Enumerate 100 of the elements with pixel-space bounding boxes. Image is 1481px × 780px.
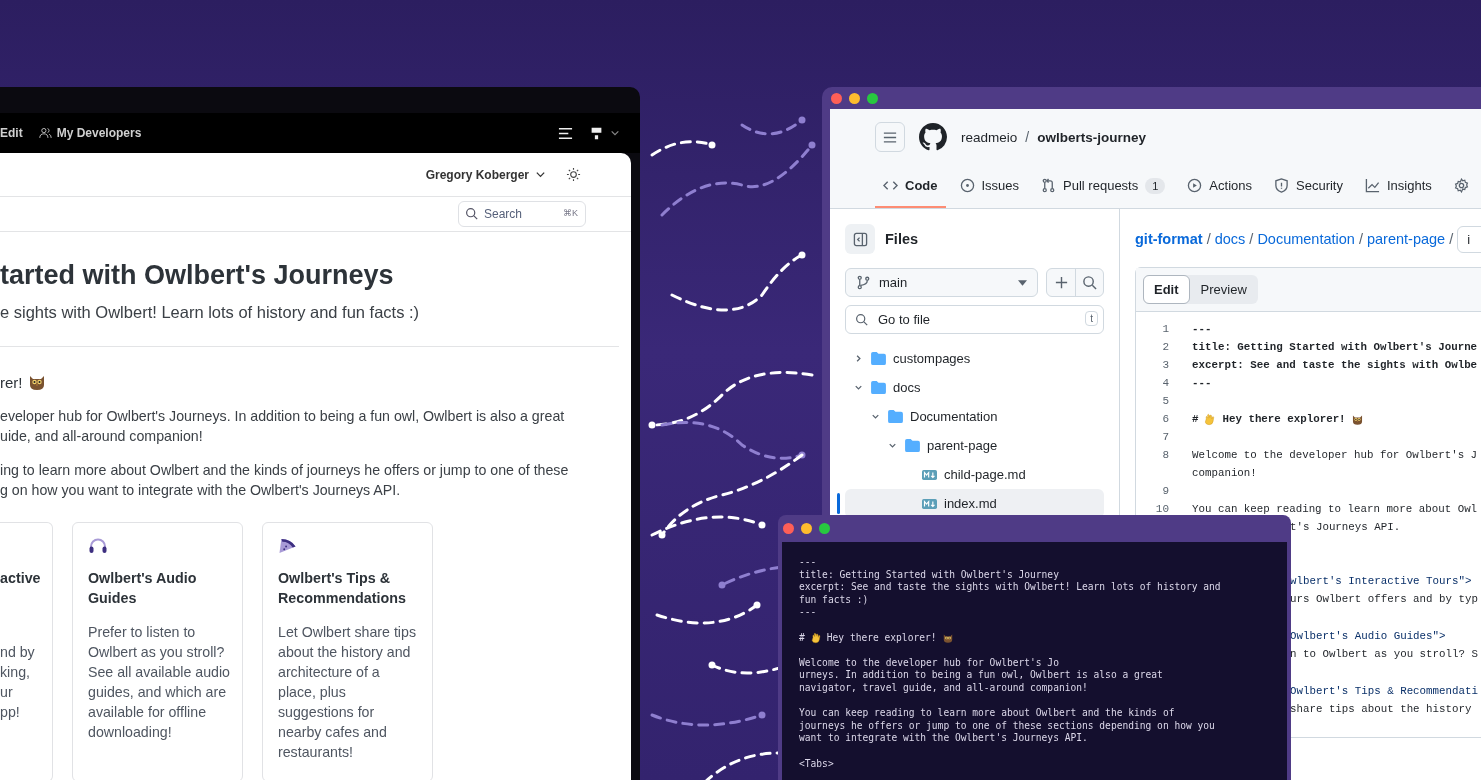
keyboard-shortcut: t xyxy=(1085,311,1098,326)
pizza-slice-icon xyxy=(278,537,298,554)
people-icon xyxy=(38,127,52,139)
folder-icon xyxy=(871,381,886,394)
line-number: 9 xyxy=(1162,485,1169,497)
breadcrumb-link[interactable]: docs xyxy=(1214,231,1246,247)
line-number: 7 xyxy=(1162,431,1169,443)
close-button[interactable] xyxy=(783,523,794,534)
file-tree-item[interactable]: parent-page xyxy=(845,431,1104,460)
code-line: --- xyxy=(1192,323,1212,335)
repository-link[interactable]: owlberts-journey xyxy=(1037,129,1146,145)
filename-field[interactable]: i xyxy=(1457,225,1481,253)
branch-selector[interactable]: main xyxy=(845,268,1038,297)
file-tree-label: parent-page xyxy=(927,438,998,453)
sidebar-icon xyxy=(852,231,868,247)
search-icon xyxy=(855,313,868,326)
file-tree-item[interactable]: docs xyxy=(845,373,1104,402)
code-line: urs Owlbert offers and by typ xyxy=(1290,593,1478,605)
search-icon xyxy=(465,207,478,220)
markdown-file-icon xyxy=(922,469,937,480)
close-button[interactable] xyxy=(831,92,842,104)
breadcrumb-link[interactable]: Documentation xyxy=(1257,231,1355,247)
repository-tab[interactable]: Actions xyxy=(1179,165,1260,208)
circle-dot-icon xyxy=(959,178,975,193)
tab-label: Insights xyxy=(1386,178,1432,193)
paragraph: eveloper hub for Owlbert's Journeys. In addition to being a fun owl, Owlbert is also a great uide, and all-around companion! xyxy=(0,407,566,446)
maximize-button[interactable] xyxy=(819,523,830,534)
path-separator: / xyxy=(1206,231,1211,247)
line-number: 1 xyxy=(1162,323,1169,335)
markdown-file-icon xyxy=(922,498,937,509)
settings-icon xyxy=(1453,178,1469,193)
maximize-button[interactable] xyxy=(867,92,878,104)
line-number: 8 xyxy=(1162,449,1169,461)
chevron-down-icon[interactable] xyxy=(610,128,620,138)
code-line: Owlbert's Tips & Recommendati xyxy=(1290,685,1478,697)
caret-icon xyxy=(1018,279,1027,286)
repository-tab[interactable]: Code xyxy=(875,165,946,208)
tab-label: Actions xyxy=(1209,178,1252,193)
paint-roller-icon[interactable] xyxy=(589,126,604,140)
editor-tab[interactable]: Preview xyxy=(1189,275,1258,304)
plus-icon xyxy=(1053,275,1069,290)
terminal-line: Welcome to the developer hub for Owlbert's Jo xyxy=(799,656,1059,670)
path-separator: / xyxy=(1025,129,1030,145)
terminal-line: You can keep reading to learn more about Owlbert and the kinds of xyxy=(799,707,1175,720)
search-icon xyxy=(1082,275,1097,290)
card-title: active xyxy=(0,569,42,588)
file-tree-label: Documentation xyxy=(910,409,998,424)
line-number: 10 xyxy=(1155,503,1169,515)
minimize-button[interactable] xyxy=(849,92,860,104)
line-number: 3 xyxy=(1162,359,1169,371)
branch-icon xyxy=(856,275,871,290)
repository-tab[interactable]: Insights xyxy=(1356,165,1440,208)
chevron-down-icon xyxy=(535,169,546,180)
code-line: # xyxy=(1192,413,1199,425)
collapse-panel-button[interactable] xyxy=(845,224,875,254)
editor-tab[interactable]: Edit xyxy=(1143,275,1190,304)
user-menu[interactable]: Gregory Koberger xyxy=(425,167,546,182)
code-line: wlbert's Interactive Tours"> xyxy=(1290,575,1472,587)
code-line: Welcome to the developer hub for Owlbert's J xyxy=(1192,449,1478,461)
waving-hand-icon xyxy=(1203,412,1217,426)
terminal-line: --- xyxy=(799,606,817,619)
play-icon xyxy=(1187,178,1203,193)
file-tree-item[interactable]: Documentation xyxy=(845,402,1104,431)
breadcrumb-link[interactable]: parent-page xyxy=(1366,231,1446,247)
line-number: 6 xyxy=(1162,413,1169,425)
terminal-line: excerpt: See and taste the sights with Owlbert! Learn lots of history and xyxy=(799,581,1221,594)
cat-logo-icon[interactable] xyxy=(919,123,947,151)
path-separator: / xyxy=(1449,231,1454,247)
breadcrumb-link[interactable]: git-format xyxy=(1135,231,1203,247)
folder-icon xyxy=(871,352,886,365)
repository-tab[interactable]: Security xyxy=(1266,165,1351,208)
minimize-button[interactable] xyxy=(801,523,812,534)
file-tree-item[interactable]: child-page.md xyxy=(845,460,1104,489)
code-line: Owlbert's Audio Guides"> xyxy=(1290,630,1446,642)
owner-link[interactable]: readmeio xyxy=(961,129,1018,145)
repository-tab[interactable]: Pull requests 1 xyxy=(1033,165,1174,208)
file-tree-label: custompages xyxy=(893,351,971,366)
menu-icon xyxy=(883,131,897,143)
repository-tab[interactable]: Issues xyxy=(951,165,1028,208)
code-line: companion! xyxy=(1192,467,1257,479)
panel-title: Files xyxy=(885,231,919,247)
terminal-line: Hey there explorer! xyxy=(826,631,937,645)
folder-icon xyxy=(888,410,903,423)
file-tree-item[interactable]: custompages xyxy=(845,344,1104,373)
line-number: 5 xyxy=(1162,395,1169,407)
align-lines-icon[interactable] xyxy=(558,126,573,140)
sun-icon[interactable] xyxy=(566,167,581,182)
card-description: Let Owlbert share tips about the history and architecture of a place, plus suggestions for nearby cafes and restaurants! xyxy=(278,623,417,762)
page-subtitle: e sights with Owlbert! Learn lots of history and fun facts :) xyxy=(0,303,421,322)
terminal-line: # xyxy=(799,631,805,645)
count-badge: 1 xyxy=(1145,177,1166,194)
file-tree-label: docs xyxy=(893,380,921,395)
toolbar-button[interactable]: Edit xyxy=(0,126,23,140)
terminal-line: <Tabs> xyxy=(799,757,834,771)
menu-button[interactable] xyxy=(875,122,905,152)
terminal-line: navigator, travel guide, and all-around companion! xyxy=(799,681,1088,695)
paragraph: ing to learn more about Owlbert and the kinds of journeys he offers or jump to one of these g on how you want to integrate with the Owlbert's Journeys API. xyxy=(0,461,570,500)
code-line: share tips about the history xyxy=(1290,703,1472,715)
toolbar-button[interactable]: My Developers xyxy=(38,126,142,140)
line-number: 4 xyxy=(1162,377,1169,389)
